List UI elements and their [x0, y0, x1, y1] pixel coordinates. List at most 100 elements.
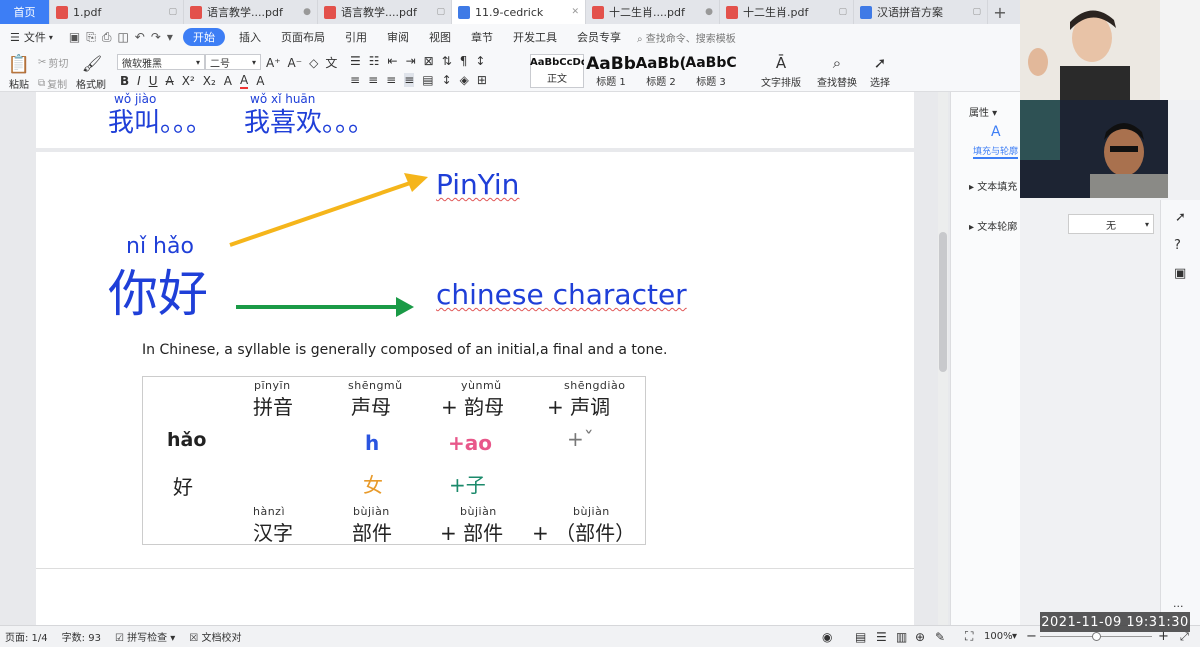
save-icon[interactable]: ▣ — [69, 30, 80, 44]
tab-document[interactable]: 汉语拼音方案 ▢ — [854, 0, 988, 24]
zoom-slider-thumb[interactable] — [1092, 632, 1101, 641]
command-search[interactable]: ⌕ 查找命令、搜索模板 — [637, 30, 736, 45]
page-view-icon[interactable]: ▤ — [855, 630, 866, 644]
clear-format-icon[interactable]: ◇ — [309, 56, 318, 70]
align-center-icon[interactable]: ≡ — [368, 73, 378, 87]
menu-tab-insert[interactable]: 插入 — [229, 29, 271, 45]
borders-icon[interactable]: ⊞ — [477, 73, 487, 87]
cursor-icon[interactable]: ➚ — [1175, 210, 1186, 225]
bullet-list-icon[interactable]: ☰ — [350, 54, 361, 68]
numbered-list-icon[interactable]: ☷ — [369, 54, 380, 68]
show-marks-icon[interactable]: ¶ — [460, 54, 468, 68]
export-icon[interactable]: ⎘ — [86, 30, 96, 45]
strikethrough-icon[interactable]: A — [166, 74, 174, 88]
line-spacing-icon[interactable]: ↕ — [442, 73, 452, 87]
char-border-icon[interactable]: A — [256, 74, 264, 88]
font-size-select[interactable]: 二号 ▾ — [205, 54, 261, 70]
web-view-icon[interactable]: ⊕ — [915, 630, 925, 644]
zoom-out-icon[interactable]: − — [1026, 629, 1037, 644]
superscript-icon[interactable]: X² — [182, 74, 195, 88]
align-left-icon[interactable]: ≡ — [350, 73, 360, 87]
align-right-icon[interactable]: ≡ — [386, 73, 396, 87]
undo-icon[interactable]: ↶ — [135, 30, 145, 44]
style-heading-2[interactable]: AaBb(标题 2 — [634, 54, 688, 88]
outline-view-icon[interactable]: ☰ — [876, 630, 887, 644]
format-painter-button[interactable]: 格式刷 — [76, 76, 106, 91]
tab-close-icon[interactable]: ● — [705, 7, 713, 17]
menu-tab-references[interactable]: 引用 — [335, 29, 377, 45]
chinese-layout-icon[interactable]: ⊠ — [424, 54, 434, 68]
tab-fill-outline[interactable]: 填充与轮廓 — [973, 144, 1019, 159]
text-layout-button[interactable]: Ā 文字排版 — [758, 54, 804, 89]
paste-icon[interactable]: 📋 — [6, 53, 32, 75]
justify-icon[interactable]: ≡ — [404, 73, 415, 87]
menu-tab-member[interactable]: 会员专享 — [567, 29, 631, 45]
tab-close-icon[interactable]: ▢ — [168, 7, 177, 17]
text-outline-section[interactable]: ▸ 文本轮廓 — [969, 218, 1017, 233]
redo-icon[interactable]: ↷ — [151, 30, 161, 44]
scrollbar-thumb[interactable] — [939, 232, 947, 372]
decrease-indent-icon[interactable]: ⇤ — [388, 54, 398, 68]
select-button[interactable]: ➚ 选择 — [864, 54, 896, 89]
phonetic-guide-icon[interactable]: 文 — [325, 54, 337, 71]
tab-document[interactable]: 语言教学....pdf ▢ — [318, 0, 452, 24]
bold-icon[interactable]: B — [120, 74, 129, 88]
tab-document[interactable]: 十二生肖....pdf ● — [586, 0, 720, 24]
underline-icon[interactable]: U — [149, 74, 158, 88]
fit-page-icon[interactable]: ⛶ — [965, 629, 973, 644]
print-preview-icon[interactable]: ◫ — [117, 30, 128, 44]
tab-close-icon[interactable]: ▢ — [838, 7, 847, 17]
subscript-icon[interactable]: X₂ — [203, 74, 216, 88]
italic-icon[interactable]: I — [137, 74, 141, 88]
sort-icon[interactable]: ⇅ — [442, 54, 452, 68]
spell-check[interactable]: ☑ 拼写检查 ▾ — [115, 629, 175, 644]
image-tool-icon[interactable]: ▣ — [1174, 266, 1186, 281]
increase-indent-icon[interactable]: ⇥ — [406, 54, 416, 68]
format-painter-icon[interactable]: 🖌 — [80, 53, 104, 73]
shading-icon[interactable]: ◈ — [460, 73, 469, 87]
page-count[interactable]: 页面: 1/4 — [5, 629, 48, 644]
vertical-scrollbar[interactable] — [938, 92, 948, 625]
reading-view-icon[interactable]: ▥ — [896, 630, 907, 644]
font-color-icon[interactable]: A — [240, 73, 249, 89]
tab-home[interactable]: 首页 — [0, 0, 50, 24]
outline-select[interactable]: 无 ▾ — [1068, 214, 1154, 234]
print-icon[interactable]: ⎙ — [102, 30, 112, 45]
cut-button[interactable]: ✂ 剪切 — [38, 55, 68, 70]
doc-proof[interactable]: ☒ 文档校对 — [189, 629, 241, 644]
eye-icon[interactable]: ◉ — [822, 630, 832, 644]
style-normal[interactable]: AaBbCcDd 正文 — [530, 54, 584, 88]
file-menu[interactable]: ☰ 文件 ▾ — [8, 29, 63, 45]
more-icon[interactable]: ↕ — [475, 54, 485, 68]
tab-document[interactable]: 语言教学....pdf ● — [184, 0, 318, 24]
tab-close-icon[interactable]: ▢ — [436, 7, 445, 17]
font-name-select[interactable]: 微软雅黑 ▾ — [117, 54, 205, 70]
pen-icon[interactable]: ✎ — [935, 630, 945, 644]
menu-tab-view[interactable]: 视图 — [419, 29, 461, 45]
menu-tab-developer[interactable]: 开发工具 — [503, 29, 567, 45]
tab-close-icon[interactable]: ▢ — [972, 7, 981, 17]
tab-close-icon[interactable]: ✕ — [571, 7, 579, 17]
menu-tab-chapter[interactable]: 章节 — [461, 29, 503, 45]
menu-tab-review[interactable]: 审阅 — [377, 29, 419, 45]
shrink-font-icon[interactable]: A⁻ — [288, 56, 303, 70]
word-count[interactable]: 字数: 93 — [62, 629, 101, 644]
text-fill-section[interactable]: ▸ 文本填充 — [969, 178, 1017, 193]
grow-font-icon[interactable]: A⁺ — [266, 56, 281, 70]
paste-button[interactable]: 粘贴 — [6, 76, 32, 91]
style-heading-1[interactable]: AaBb 标题 1 — [584, 54, 638, 88]
menu-tab-home[interactable]: 开始 — [182, 28, 225, 46]
style-heading-3[interactable]: AaBbC 标题 3 — [684, 54, 738, 88]
tab-close-icon[interactable]: ● — [303, 7, 311, 17]
tab-document-active[interactable]: 11.9-cedrick ✕ — [452, 0, 586, 24]
find-replace-button[interactable]: ⌕ 查找替换 — [814, 54, 860, 89]
menu-tab-layout[interactable]: 页面布局 — [271, 29, 335, 45]
help-icon[interactable]: ? — [1174, 238, 1181, 253]
tab-document[interactable]: 十二生肖.pdf ▢ — [720, 0, 854, 24]
new-tab-button[interactable]: + — [988, 0, 1012, 24]
highlight-icon[interactable]: A — [224, 74, 232, 88]
tab-document[interactable]: 1.pdf ▢ — [50, 0, 184, 24]
zoom-level[interactable]: 100% — [984, 631, 1013, 642]
copy-button[interactable]: ⧉ 复制 — [38, 76, 67, 91]
distribute-icon[interactable]: ▤ — [422, 73, 433, 87]
